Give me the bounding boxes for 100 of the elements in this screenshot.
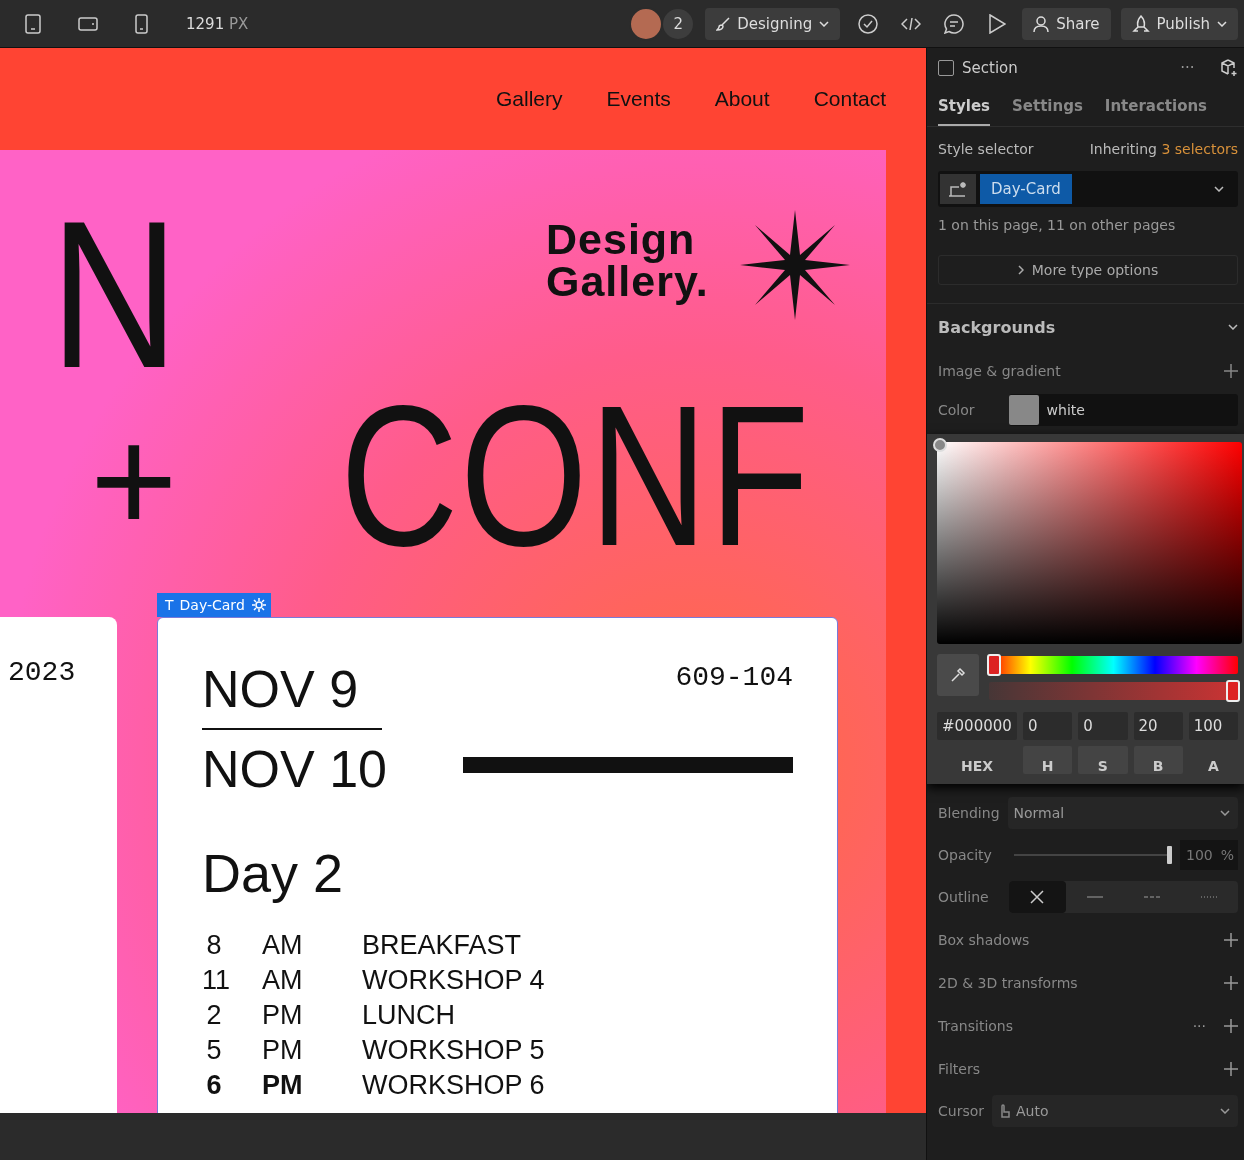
- gear-icon: [250, 597, 267, 613]
- add-button[interactable]: [1224, 932, 1238, 947]
- property-label: Transitions: [938, 1017, 1013, 1034]
- panel-tab[interactable]: Interactions: [1104, 88, 1208, 126]
- hue-thumb[interactable]: [987, 654, 1001, 676]
- schedule-event: BREAKFAST: [362, 929, 523, 962]
- schedule-event: WORKSHOP 6: [362, 1069, 546, 1102]
- more-icon[interactable]: ···: [1180, 59, 1195, 77]
- opacity-field[interactable]: 100 %: [1180, 840, 1238, 870]
- color-mode-label[interactable]: S: [1078, 746, 1128, 774]
- opacity-thumb[interactable]: [1167, 846, 1172, 864]
- panel-tab[interactable]: Styles: [938, 88, 990, 126]
- person-icon: [1033, 15, 1050, 32]
- selector-field[interactable]: Day-Card: [938, 171, 1238, 207]
- tablet-icon: [24, 13, 44, 34]
- eyedropper-icon: [950, 667, 966, 683]
- blending-dropdown[interactable]: Normal: [1007, 797, 1238, 829]
- check-circle-icon: [858, 13, 879, 34]
- plus-icon: [1224, 932, 1238, 947]
- publish-button[interactable]: Publish: [1120, 7, 1238, 40]
- nav-link[interactable]: About: [714, 87, 770, 111]
- plus-icon: [1224, 975, 1238, 990]
- outline-solid-icon: [1086, 896, 1103, 898]
- outline-dashed-icon: [1144, 896, 1160, 898]
- schedule-period: PM: [262, 999, 304, 1032]
- hue-slider[interactable]: [989, 656, 1238, 674]
- element-name: Section: [962, 59, 1018, 77]
- hero-text: +: [90, 405, 178, 555]
- eyedropper-button[interactable]: [937, 654, 979, 696]
- schedule-period: PM: [262, 1034, 304, 1067]
- alpha-slider[interactable]: [989, 682, 1238, 700]
- style-selector-label: Style selector: [938, 141, 1034, 157]
- play-icon: [988, 13, 1007, 34]
- nav-link[interactable]: Events: [606, 87, 671, 111]
- chevron-down-icon: [1220, 1108, 1230, 1114]
- room-code: 609-104: [675, 662, 793, 693]
- schedule-hour: 2: [205, 999, 223, 1032]
- cube-add-icon: [1220, 59, 1238, 77]
- color-field[interactable]: white: [1008, 394, 1238, 426]
- color-mode-label[interactable]: B: [1133, 746, 1183, 774]
- plus-icon: [1224, 1061, 1238, 1076]
- color-value-field[interactable]: 20: [1133, 712, 1183, 740]
- cursor-dropdown[interactable]: Auto: [992, 1095, 1238, 1127]
- schedule-event: LUNCH: [362, 999, 456, 1032]
- nav-link[interactable]: Contact: [813, 87, 886, 111]
- chevron-down-icon: [1217, 20, 1227, 27]
- property-label: Cursor: [938, 1103, 985, 1119]
- chevron-down-icon: [1220, 810, 1230, 816]
- usage-text: 1 on this page, 11 on other pages: [937, 216, 1177, 235]
- collaborator-count[interactable]: 2: [663, 8, 694, 39]
- color-mode-label[interactable]: H: [1023, 746, 1073, 774]
- more-options-button[interactable]: More type options: [938, 255, 1238, 285]
- code-icon: [901, 15, 922, 32]
- color-mode-label[interactable]: HEX: [937, 746, 1017, 774]
- schedule-period: AM: [262, 964, 304, 997]
- end-date: NOV 10: [202, 739, 387, 800]
- schedule-hour: 8: [205, 929, 223, 962]
- class-icon: [948, 181, 968, 197]
- color-mode-label[interactable]: A: [1188, 746, 1238, 774]
- plus-icon: [1224, 1018, 1238, 1033]
- schedule-period: PM: [262, 1069, 304, 1102]
- add-button[interactable]: [1224, 975, 1238, 990]
- class-tag[interactable]: Day-Card: [980, 174, 1072, 204]
- hand-pointer-icon: [998, 1104, 1011, 1118]
- schedule-hour: 5: [205, 1034, 223, 1067]
- schedule-hour: 6: [205, 1069, 223, 1102]
- add-button[interactable]: [1224, 1018, 1238, 1033]
- outline-option[interactable]: [1008, 881, 1066, 913]
- outline-dotted-icon: [1201, 896, 1218, 898]
- schedule-event: WORKSHOP 4: [362, 964, 546, 997]
- property-label: Opacity: [938, 847, 992, 863]
- schedule-event: WORKSHOP 5: [362, 1034, 546, 1067]
- canvas-width-value: 1291: [186, 14, 225, 33]
- color-value-field[interactable]: 0: [1078, 712, 1128, 740]
- mode-dropdown[interactable]: Designing: [705, 7, 841, 40]
- add-button[interactable]: [1224, 1061, 1238, 1076]
- color-value-field[interactable]: 0: [1023, 712, 1073, 740]
- add-button[interactable]: [1224, 364, 1238, 378]
- property-label: Outline: [938, 889, 989, 905]
- property-label: Image & gradient: [938, 363, 1061, 379]
- more-icon[interactable]: ···: [1192, 1017, 1206, 1034]
- text-type-icon: T: [165, 597, 174, 613]
- nav-link[interactable]: Gallery: [496, 87, 563, 111]
- outline-none-icon: [1029, 889, 1046, 905]
- brush-icon: [716, 16, 731, 31]
- share-button[interactable]: Share: [1022, 7, 1111, 40]
- schedule-period: AM: [262, 929, 304, 962]
- rocket-icon: [1131, 14, 1150, 33]
- comment-icon: [944, 13, 965, 34]
- section-title: Backgrounds: [938, 317, 1056, 337]
- color-value-field[interactable]: #000000: [937, 712, 1017, 740]
- alpha-thumb[interactable]: [1226, 680, 1240, 702]
- day-title: Day 2: [202, 842, 345, 904]
- card-year: 2023: [8, 657, 76, 688]
- property-label: Blending: [938, 805, 1000, 821]
- property-label: 2D & 3D transforms: [938, 974, 1078, 991]
- color-value-field[interactable]: 100: [1188, 712, 1238, 740]
- hero-text: CONF: [340, 376, 812, 576]
- panel-tab[interactable]: Settings: [1012, 88, 1083, 126]
- property-label: Filters: [938, 1060, 980, 1077]
